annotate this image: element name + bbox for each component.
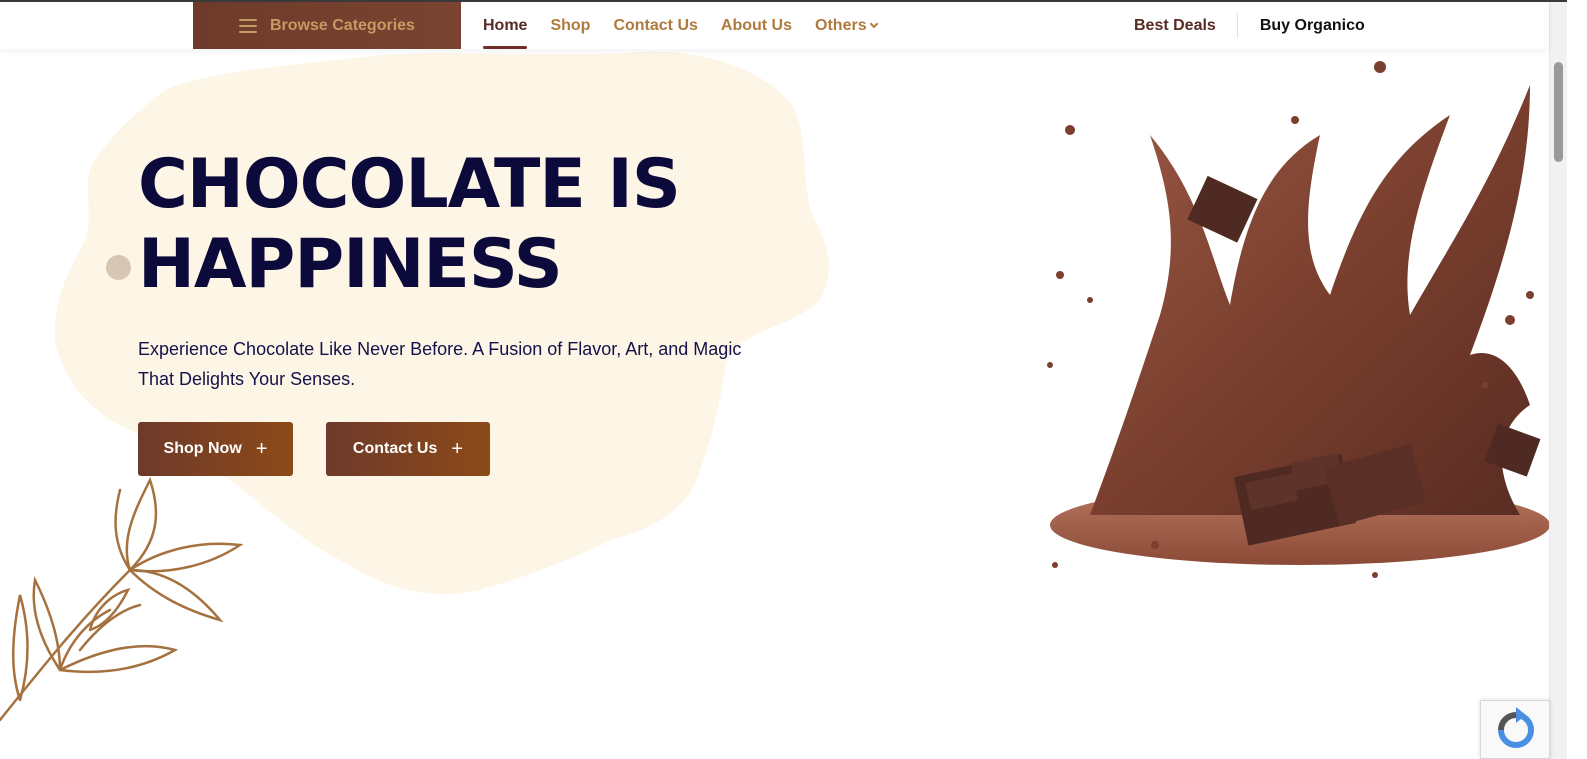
contact-us-label: Contact Us bbox=[352, 440, 438, 457]
shop-now-button[interactable]: Shop Now + bbox=[138, 422, 293, 476]
recaptcha-icon bbox=[1498, 707, 1534, 748]
best-deals-link[interactable]: Best Deals bbox=[1134, 13, 1238, 38]
top-navigation-bar: Browse Categories Home Shop Contact Us A… bbox=[0, 2, 1549, 49]
hero-title: CHOCOLATE IS HAPPINESS bbox=[138, 145, 778, 305]
shop-now-label: Shop Now bbox=[163, 440, 242, 457]
buy-organico-link[interactable]: Buy Organico bbox=[1238, 17, 1365, 35]
nav-contact-us[interactable]: Contact Us bbox=[613, 2, 697, 49]
hero-subtitle: Experience Chocolate Like Never Before. … bbox=[138, 334, 758, 394]
chevron-down-icon bbox=[869, 19, 878, 29]
decorative-dot bbox=[106, 255, 131, 280]
nav-home[interactable]: Home bbox=[483, 2, 528, 49]
recaptcha-badge[interactable] bbox=[1480, 700, 1550, 759]
hero-subtitle-line-2: That Delights Your Senses. bbox=[138, 369, 356, 389]
hamburger-icon bbox=[239, 18, 257, 33]
hero-title-line-2: HAPPINESS bbox=[138, 225, 563, 304]
nav-shop[interactable]: Shop bbox=[550, 2, 590, 49]
page-scrollbar[interactable] bbox=[1549, 2, 1567, 759]
browse-categories-button[interactable]: Browse Categories bbox=[193, 2, 461, 49]
nav-about-us[interactable]: About Us bbox=[721, 2, 792, 49]
scrollbar-thumb[interactable] bbox=[1554, 62, 1563, 162]
window-edge bbox=[1567, 0, 1587, 759]
contact-us-button[interactable]: Contact Us + bbox=[326, 422, 490, 476]
plus-icon: + bbox=[255, 438, 268, 460]
hero-subtitle-line-1: Experience Chocolate Like Never Before. … bbox=[138, 339, 742, 359]
browse-categories-label: Browse Categories bbox=[270, 16, 415, 34]
flower-illustration-icon bbox=[0, 476, 244, 722]
hero-title-line-1: CHOCOLATE IS bbox=[138, 145, 681, 224]
main-nav: Home Shop Contact Us About Us Others bbox=[483, 2, 900, 49]
chocolate-splash-image bbox=[1047, 61, 1550, 578]
nav-others-label: Others bbox=[815, 16, 867, 34]
header-right-links: Best Deals Buy Organico bbox=[1134, 2, 1365, 49]
plus-icon: + bbox=[451, 438, 464, 460]
nav-others[interactable]: Others bbox=[815, 2, 878, 49]
